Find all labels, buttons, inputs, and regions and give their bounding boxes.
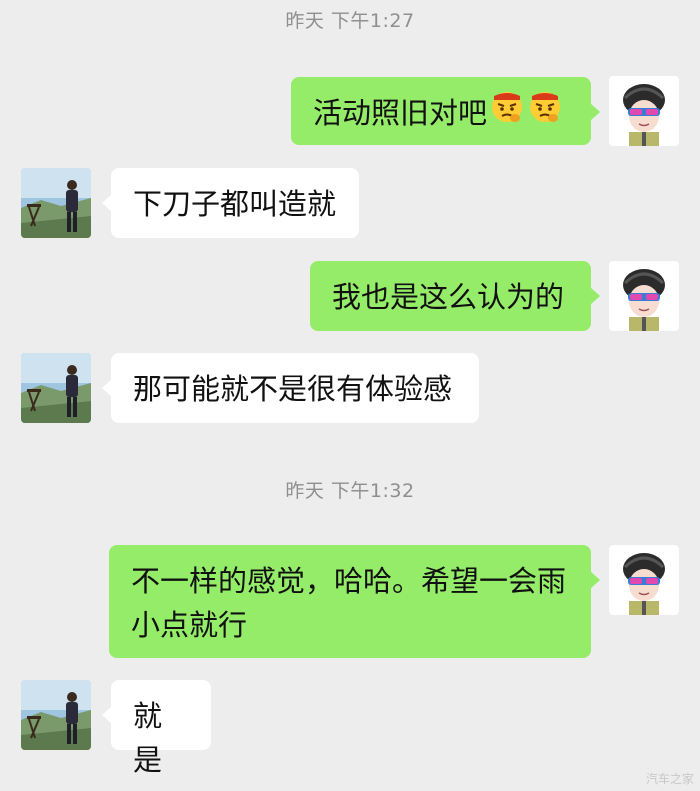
message-bubble-outgoing[interactable]: 活动照旧对吧: [291, 77, 600, 145]
message-bubble-incoming[interactable]: 那可能就不是很有体验感: [102, 353, 479, 423]
message-bubble-outgoing[interactable]: 我也是这么认为的: [310, 261, 600, 331]
outdoor-photo-avatar-icon: [21, 168, 91, 238]
message-text: 不一样的感觉，哈哈。希望一会雨小点就行: [131, 564, 567, 642]
contact-avatar[interactable]: [21, 680, 91, 750]
contact-avatar[interactable]: [21, 353, 91, 423]
message-text: 下刀子都叫造就: [133, 187, 337, 221]
self-avatar[interactable]: [609, 76, 679, 146]
angry-face-emoji-icon: [527, 88, 563, 136]
watermark: 汽车之家: [645, 772, 694, 786]
message-bubble-incoming[interactable]: 下刀子都叫造就: [102, 168, 359, 238]
helmet-cartoon-avatar-icon: [609, 545, 679, 615]
message-bubble-outgoing[interactable]: 不一样的感觉，哈哈。希望一会雨小点就行: [109, 545, 600, 658]
self-avatar[interactable]: [609, 261, 679, 331]
outdoor-photo-avatar-icon: [21, 353, 91, 423]
timestamp: 昨天 下午1:32: [285, 480, 415, 502]
helmet-cartoon-avatar-icon: [609, 261, 679, 331]
outdoor-photo-avatar-icon: [21, 680, 91, 750]
message-text: 就是: [133, 699, 163, 777]
self-avatar[interactable]: [609, 545, 679, 615]
message-text: 那可能就不是很有体验感: [133, 372, 453, 406]
message-text: 我也是这么认为的: [332, 280, 565, 314]
message-text: 活动照旧对吧: [313, 96, 488, 130]
timestamp: 昨天 下午1:27: [285, 10, 415, 32]
contact-avatar[interactable]: [21, 168, 91, 238]
helmet-cartoon-avatar-icon: [609, 76, 679, 146]
message-bubble-incoming[interactable]: 就是: [102, 680, 211, 777]
angry-face-emoji-icon: [489, 88, 525, 136]
